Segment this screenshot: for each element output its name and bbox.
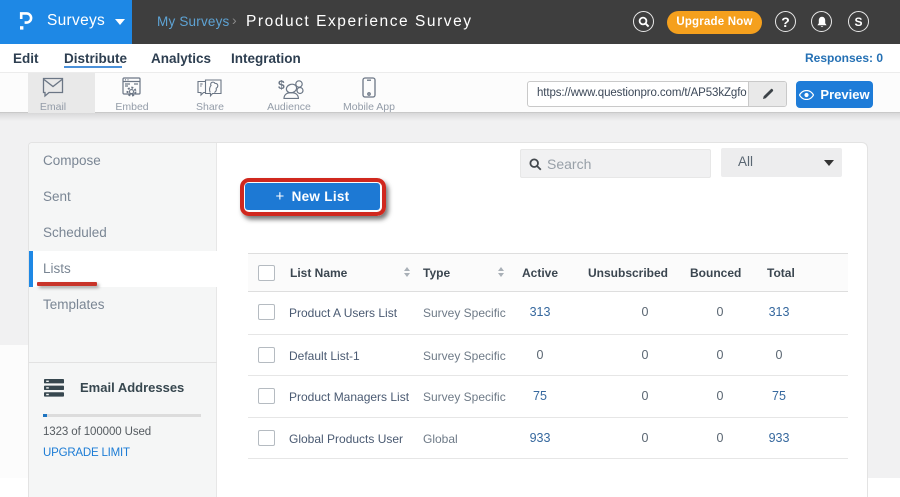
svg-text:$: $ xyxy=(278,79,285,92)
